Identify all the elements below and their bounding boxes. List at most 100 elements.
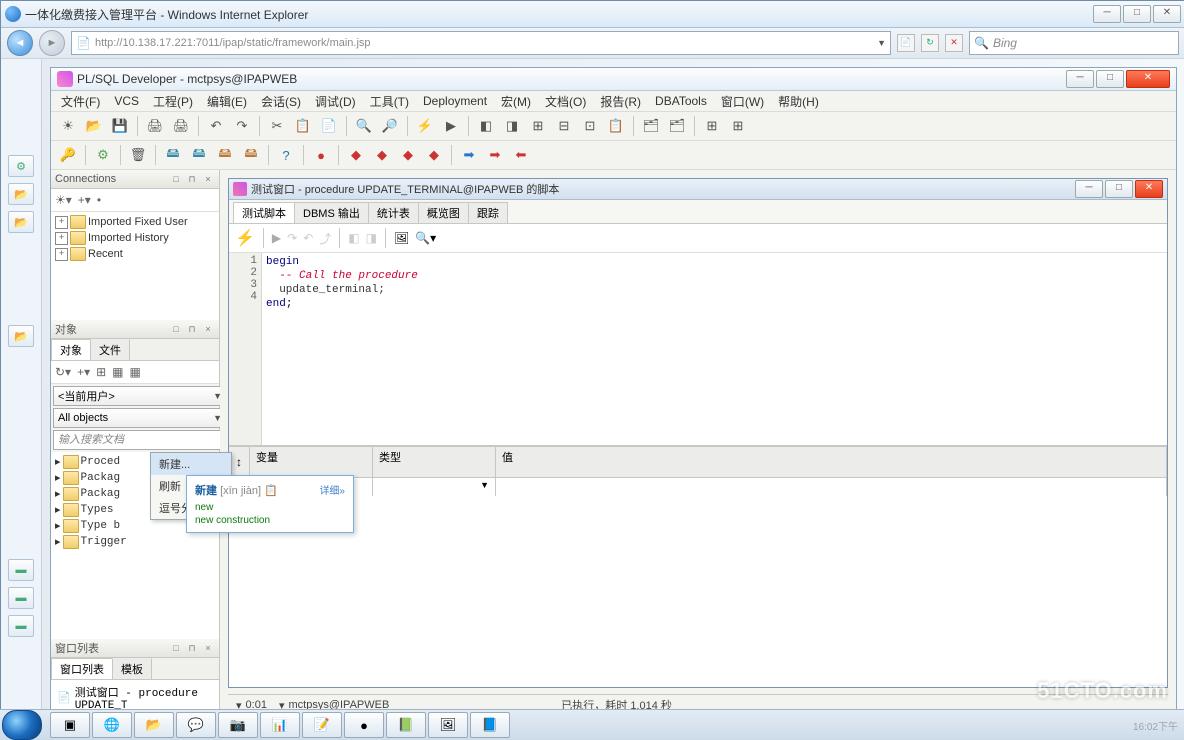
itb-step3-icon[interactable]: ⤴ [319, 230, 331, 247]
tb2-d4[interactable]: 🖴 [240, 144, 262, 166]
user-combo[interactable]: <当前用户>▼ [53, 386, 227, 406]
tb-save-icon[interactable]: 💾 [109, 115, 131, 137]
stop-button[interactable]: ✕ [945, 34, 963, 52]
tb2-r5[interactable]: ◆ [423, 144, 445, 166]
tb-findnext-icon[interactable]: 🔎 [379, 115, 401, 137]
task-item[interactable]: 📝 [302, 712, 342, 738]
itb-play-icon[interactable]: ▶ [272, 231, 281, 245]
side-icon-7[interactable]: ▬ [8, 615, 34, 637]
menu-dbatools[interactable]: DBATools [649, 93, 713, 109]
task-item[interactable]: 📘 [470, 712, 510, 738]
var-cell[interactable] [496, 478, 1167, 496]
system-tray[interactable]: 16:02下午 [1133, 718, 1178, 733]
plsql-close-button[interactable]: ✕ [1126, 70, 1170, 88]
inner-minimize-button[interactable]: ─ [1075, 180, 1103, 198]
code-editor[interactable]: 1234 begin -- Call the procedure update_… [229, 253, 1167, 446]
tab-overview[interactable]: 概览图 [418, 202, 469, 223]
itb-bp2-icon[interactable]: ◨ [366, 231, 377, 245]
menu-window[interactable]: 窗口(W) [715, 92, 770, 111]
tb2-help-icon[interactable]: ? [275, 144, 297, 166]
ie-close-button[interactable]: ✕ [1153, 5, 1181, 23]
tb-find-icon[interactable]: 🔍 [353, 115, 375, 137]
conn-tb-icon[interactable]: ☀▾ [55, 193, 72, 207]
tab-statistics[interactable]: 统计表 [368, 202, 419, 223]
conn-tb-plus[interactable]: +▾ [78, 193, 91, 207]
task-item[interactable]: 📂 [134, 712, 174, 738]
tb-i5[interactable]: ⊡ [579, 115, 601, 137]
grid-corner[interactable]: ↕ [229, 447, 250, 477]
plsql-minimize-button[interactable]: ─ [1066, 70, 1094, 88]
panel-pin-icon[interactable]: ⊓ [185, 172, 199, 186]
tb-copy-icon[interactable]: 📋 [292, 115, 314, 137]
tb-print-icon[interactable]: 🖨 [144, 115, 166, 137]
panel-close-icon[interactable]: × [201, 172, 215, 186]
obj-tb-plus[interactable]: +▾ [77, 365, 90, 379]
menu-edit[interactable]: 编辑(E) [201, 92, 253, 111]
tb2-d3[interactable]: 🖴 [214, 144, 236, 166]
tb2-r3[interactable]: ◆ [371, 144, 393, 166]
tree-item[interactable]: +Recent [53, 246, 217, 262]
tb2-a3[interactable]: ⬅ [510, 144, 532, 166]
objects-tab-files[interactable]: 文件 [90, 339, 130, 360]
winlist-tab-template[interactable]: 模板 [112, 658, 152, 679]
inner-maximize-button[interactable]: □ [1105, 180, 1133, 198]
tab-trace[interactable]: 跟踪 [468, 202, 508, 223]
tb2-d2[interactable]: 🖴 [188, 144, 210, 166]
compat-button[interactable]: 📄 [897, 34, 915, 52]
tb-new-icon[interactable]: ☀ [57, 115, 79, 137]
task-item[interactable]: 📗 [386, 712, 426, 738]
ie-maximize-button[interactable]: □ [1123, 5, 1151, 23]
menu-help[interactable]: 帮助(H) [772, 92, 825, 111]
tt-more-link[interactable]: 详细» [319, 482, 345, 497]
objects-combo[interactable]: All objects▼ [53, 408, 227, 428]
menu-debug[interactable]: 调试(D) [309, 92, 362, 111]
tb-i10[interactable]: ⊞ [727, 115, 749, 137]
var-cell-type[interactable]: ▼ [373, 478, 496, 496]
task-item[interactable]: 💬 [176, 712, 216, 738]
menu-file[interactable]: 文件(F) [55, 92, 106, 111]
menu-deployment[interactable]: Deployment [417, 93, 493, 109]
itb-zoom-icon[interactable]: 🔍▾ [415, 231, 436, 245]
task-item[interactable]: 🖼 [428, 712, 468, 738]
obj-tb-i1[interactable]: ⊞ [96, 365, 106, 379]
side-icon-6[interactable]: ▬ [8, 587, 34, 609]
menu-project[interactable]: 工程(P) [147, 92, 199, 111]
winlist-tab-list[interactable]: 窗口列表 [51, 658, 113, 679]
obj-tb-refresh[interactable]: ↻▾ [55, 365, 71, 379]
tb-i9[interactable]: ⊞ [701, 115, 723, 137]
start-button[interactable] [2, 710, 42, 740]
tb2-r1[interactable]: ● [310, 144, 332, 166]
ctx-new[interactable]: 新建... [151, 453, 231, 475]
tb2-r4[interactable]: ◆ [397, 144, 419, 166]
tb-compile-icon[interactable]: ⚡ [414, 115, 436, 137]
tree-item[interactable]: +Imported History [53, 230, 217, 246]
obj-tb-i3[interactable]: ▦ [130, 365, 141, 379]
tb-i6[interactable]: 📋 [605, 115, 627, 137]
nav-back-button[interactable]: ◄ [7, 30, 33, 56]
menu-session[interactable]: 会话(S) [255, 92, 307, 111]
tb-redo-icon[interactable]: ↷ [231, 115, 253, 137]
search-box[interactable]: 🔍 Bing [969, 31, 1179, 55]
tb-i3[interactable]: ⊞ [527, 115, 549, 137]
tt-copy-icon[interactable]: 📋 [264, 485, 278, 497]
tree-item[interactable]: ▸Trigger [53, 534, 217, 550]
plsql-maximize-button[interactable]: □ [1096, 70, 1124, 88]
task-item[interactable]: 🌐 [92, 712, 132, 738]
panel-min-icon[interactable]: □ [169, 641, 183, 655]
menu-tools[interactable]: 工具(T) [364, 92, 415, 111]
panel-close-icon[interactable]: × [201, 641, 215, 655]
tab-dbms-output[interactable]: DBMS 输出 [294, 202, 369, 223]
ie-minimize-button[interactable]: ─ [1093, 5, 1121, 23]
menu-document[interactable]: 文档(O) [539, 92, 592, 111]
tb2-key-icon[interactable]: 🔑 [57, 144, 79, 166]
tb-i7[interactable]: 🗂 [640, 115, 662, 137]
tb-i8[interactable]: 🗂 [666, 115, 688, 137]
tb-print2-icon[interactable]: 🖨 [170, 115, 192, 137]
task-item[interactable]: 📊 [260, 712, 300, 738]
refresh-button[interactable]: ↻ [921, 34, 939, 52]
tb2-a2[interactable]: ➡ [484, 144, 506, 166]
tree-item[interactable]: +Imported Fixed User [53, 214, 217, 230]
inner-close-button[interactable]: ✕ [1135, 180, 1163, 198]
filter-input[interactable]: 输入搜索文档 [53, 430, 227, 450]
tb-open-icon[interactable]: 📂 [83, 115, 105, 137]
